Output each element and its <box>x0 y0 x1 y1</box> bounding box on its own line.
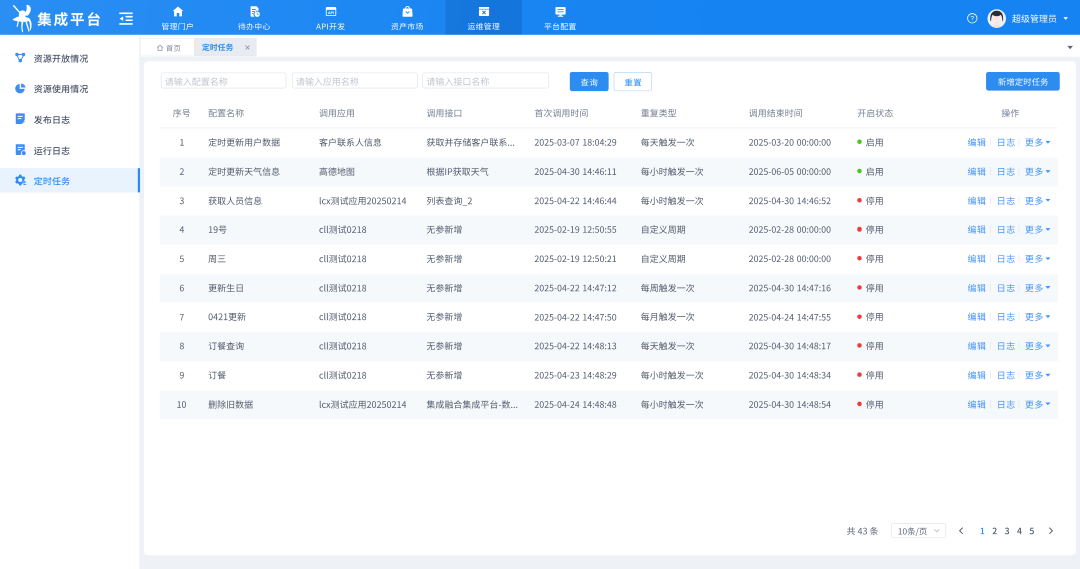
svg-text:API: API <box>328 11 334 15</box>
svg-text:?: ? <box>970 16 974 23</box>
